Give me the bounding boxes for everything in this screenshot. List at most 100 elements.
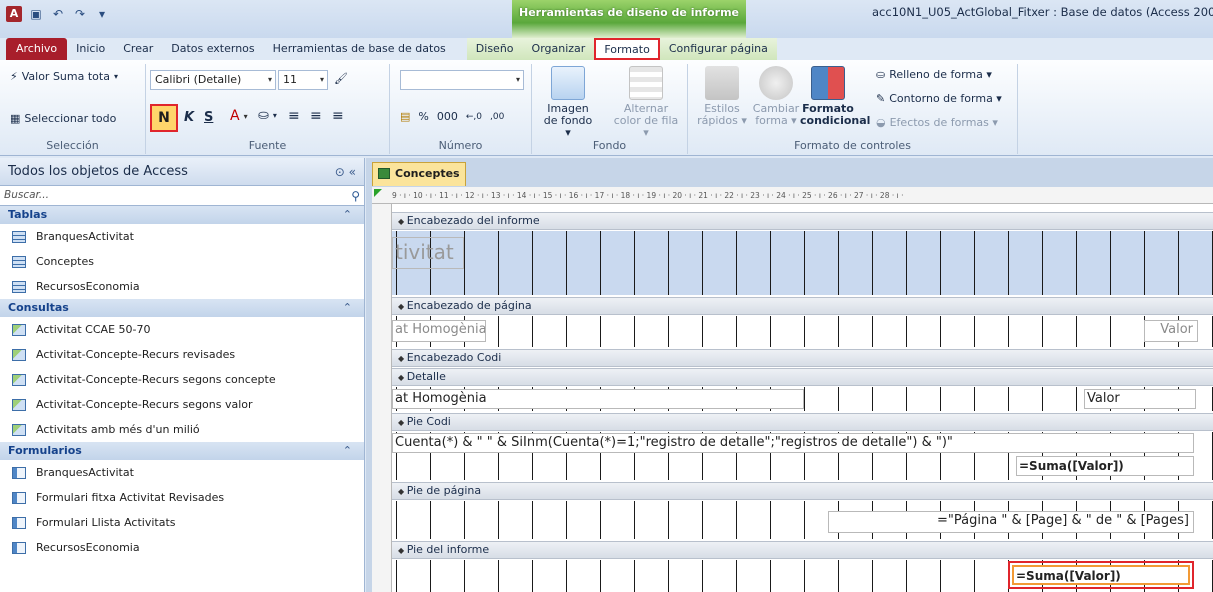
underline-label: S [204,110,214,125]
percent-button[interactable]: % [418,110,428,123]
section-page-footer[interactable]: Pie de página [392,482,1213,500]
shape-fill-button[interactable]: ⛀ Relleno de forma ▾ [876,68,992,81]
underline-button[interactable]: S [204,110,213,125]
section-report-footer[interactable]: Pie del informe [392,541,1213,559]
font-size-combo[interactable]: 11 ▾ [278,70,328,90]
report-header-body[interactable]: tivitat [392,231,1213,295]
query-icon [12,398,26,411]
section-detail[interactable]: Detalle [392,368,1213,386]
access-logo-icon[interactable]: A [6,6,22,22]
tab-diseno[interactable]: Diseño [466,38,523,60]
section-group-header[interactable]: Encabezado Codi [392,349,1213,367]
format-painter-button[interactable]: 🖌 [334,72,348,85]
nav-group-tablas[interactable]: Tablas ⌃ [0,206,364,224]
nav-item-form[interactable]: Formulari fitxa Activitat Revisades [0,485,364,510]
font-color-button[interactable]: A ▾ [230,108,248,124]
quick-styles-button[interactable]: Estilos rápidos ▾ [694,66,750,127]
report-title-label[interactable]: tivitat [392,237,464,269]
nav-item-form[interactable]: Formulari Llista Activitats [0,510,364,535]
select-all-button[interactable]: ▦ Seleccionar todo [10,112,116,125]
bold-button[interactable]: N [150,104,178,132]
nav-item-query[interactable]: Activitat-Concepte-Recurs revisades [0,342,364,367]
nav-item-table[interactable]: Conceptes [0,249,364,274]
conditional-format-button[interactable]: Formato condicional [800,66,870,127]
nav-search-input[interactable]: Buscar... ⚲ [0,186,364,206]
shape-outline-button[interactable]: ✎ Contorno de forma ▾ [876,92,1002,105]
report-selector[interactable] [372,187,392,204]
change-shape-button[interactable]: Cambiar forma ▾ [748,66,804,127]
page-header-field-label[interactable]: at Homogènia [392,320,486,342]
group-numero: ▾ ▤ % 000 ←,0 ,00 Número [390,64,532,154]
nav-item-label: BranquesActivitat [36,230,134,243]
page-header-body[interactable]: at Homogènia Valor [392,316,1213,347]
increase-decimals-button[interactable]: ←,0 [466,112,482,122]
nav-item-label: RecursosEconomia [36,541,140,554]
thousands-button[interactable]: 000 [437,110,458,123]
nav-item-query[interactable]: Activitat CCAE 50-70 [0,317,364,342]
section-page-header[interactable]: Encabezado de página [392,297,1213,315]
nav-item-form[interactable]: BranquesActivitat [0,460,364,485]
tab-datos-externos[interactable]: Datos externos [162,38,263,60]
nav-item-label: Activitat-Concepte-Recurs segons valor [36,398,253,411]
section-report-header[interactable]: Encabezado del informe [392,212,1213,230]
undo-icon[interactable]: ↶ [50,6,66,22]
detail-body[interactable]: at Homogènia Valor [392,387,1213,411]
customize-qat-icon[interactable]: ▾ [94,6,110,22]
decrease-decimals-button[interactable]: ,00 [490,112,504,122]
align-left-icon: ≡ [288,108,300,124]
conditional-format-label: Formato condicional [800,102,871,127]
page-number-textbox[interactable]: ="Página " & [Page] & " de " & [Pages] [828,511,1194,533]
background-image-button[interactable]: Imagen de fondo ▾ [540,66,596,139]
tab-organizar[interactable]: Organizar [522,38,595,60]
align-left-button[interactable]: ≡ [288,108,300,124]
nav-item-table[interactable]: RecursosEconomia [0,274,364,299]
nav-group-consultas[interactable]: Consultas ⌃ [0,299,364,317]
nav-item-table[interactable]: BranquesActivitat [0,224,364,249]
group-label-formato-controles: Formato de controles [794,139,911,152]
nav-item-form[interactable]: RecursosEconomia [0,535,364,560]
design-canvas[interactable]: 9 · ı · 10 · ı · 11 · ı · 12 · ı · 13 · … [372,187,1213,592]
document-tab-conceptes[interactable]: Conceptes [372,162,466,186]
align-center-button[interactable]: ≡ [310,108,322,124]
alternate-row-color-button[interactable]: Alternar color de fila ▾ [610,66,682,139]
number-format-combo[interactable]: ▾ [400,70,524,90]
fill-color-button[interactable]: ⛀ ▾ [258,108,277,123]
group-sum-textbox[interactable]: =Suma([Valor]) [1016,456,1194,476]
font-name-combo[interactable]: Calibri (Detalle) ▾ [150,70,276,90]
redo-icon[interactable]: ↷ [72,6,88,22]
nav-group-formularios[interactable]: Formularios ⌃ [0,442,364,460]
page-header-valor-label[interactable]: Valor [1144,320,1198,342]
nav-group-label: Formularios [8,444,82,457]
table-icon [12,280,26,293]
currency-icon[interactable]: ▤ [400,110,410,123]
nav-group-label: Tablas [8,208,48,221]
report-sum-textbox[interactable]: =Suma([Valor]) [1008,561,1194,589]
tab-archivo[interactable]: Archivo [6,38,68,60]
count-expression-textbox[interactable]: Cuenta(*) & " " & SiInm(Cuenta(*)=1;"reg… [392,433,1194,453]
nav-header[interactable]: Todos los objetos de Access ⊙ « [0,158,364,186]
section-group-footer[interactable]: Pie Codi [392,413,1213,431]
align-right-button[interactable]: ≡ [332,108,344,124]
tab-herramientas-bd[interactable]: Herramientas de base de datos [264,38,455,60]
save-icon[interactable]: ▣ [28,6,44,22]
nav-item-query[interactable]: Activitats amb més d'un milió [0,417,364,442]
tab-inicio[interactable]: Inicio [67,38,114,60]
page-footer-body[interactable]: ="Página " & [Page] & " de " & [Pages] [392,501,1213,539]
tab-formato[interactable]: Formato [594,38,660,60]
nav-item-query[interactable]: Activitat-Concepte-Recurs segons valor [0,392,364,417]
search-icon[interactable]: ⚲ [351,187,360,206]
tab-configurar-pagina[interactable]: Configurar página [659,38,777,60]
italic-button[interactable]: K [184,110,194,125]
chevron-down-icon: ▾ [515,75,520,84]
nav-item-query[interactable]: Activitat-Concepte-Recurs segons concept… [0,367,364,392]
tab-crear[interactable]: Crear [114,38,162,60]
group-footer-body[interactable]: Cuenta(*) & " " & SiInm(Cuenta(*)=1;"reg… [392,432,1213,480]
report-footer-body[interactable]: =Suma([Valor]) [392,560,1213,592]
change-shape-label: Cambiar forma ▾ [752,102,800,127]
shape-effects-button[interactable]: ◒ Efectos de formas ▾ [876,116,998,129]
font-size-value: 11 [283,73,297,86]
nav-menu-icon[interactable]: ⊙ « [335,158,356,186]
selection-combo[interactable]: ⚡ Valor Suma tota ▾ [10,70,118,83]
detail-valor-textbox[interactable]: Valor [1084,389,1196,409]
detail-field-textbox[interactable]: at Homogènia [392,389,804,409]
